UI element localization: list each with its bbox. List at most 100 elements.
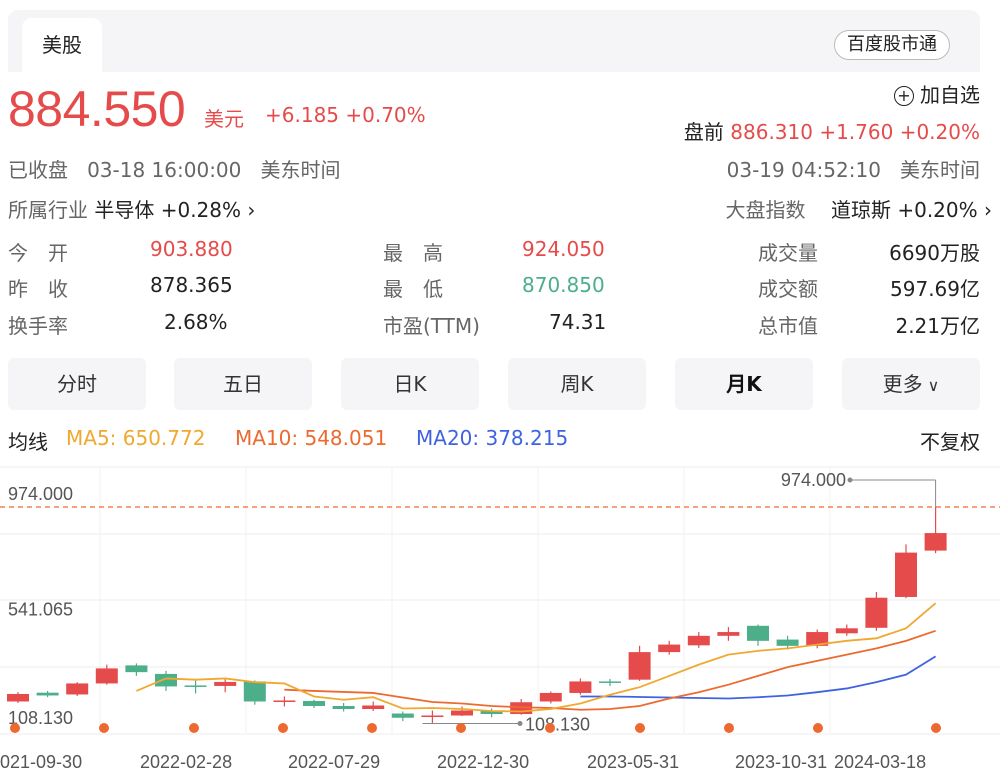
plus-circle-icon: + [894,86,914,106]
high-label: 最 高 [383,241,443,265]
candle-body [125,665,148,673]
price-unit: 美元 [204,107,244,131]
close-tz: 美东时间 [260,158,341,182]
event-dot [545,723,555,733]
premarket-label: 盘前 [683,120,724,144]
candle-body [747,625,769,641]
kline-chart[interactable]: 974.000541.065108.130974.000108.1302021-… [0,462,1000,782]
max-marker-dot [847,477,853,483]
event-dot [189,723,199,733]
volume-value: 6690万股 [889,241,980,265]
adjust-toggle[interactable]: 不复权 [920,426,980,455]
x-axis-label: 2024-03-18 [834,752,926,772]
tab-five-day[interactable]: 五日 [174,358,312,410]
high-value: 924.050 [522,237,605,261]
event-dot [635,723,645,733]
tab-us-stocks[interactable]: 美股 [22,18,102,72]
index-label: 大盘指数 [725,198,806,222]
x-axis-label: 2023-10-31 [735,752,827,772]
industry-link[interactable]: 所属行业 半导体 +0.28% › [8,194,255,223]
candle-body [303,700,325,706]
premarket-value: 886.310 +1.760 +0.20% [730,120,980,144]
premarket-info: 盘前 886.310 +1.760 +0.20% [684,116,980,145]
candle-body [658,644,681,653]
industry-label: 所属行业 [8,198,88,222]
x-axis-label: 2022-07-29 [288,752,380,772]
status-text: 已收盘 [8,158,68,182]
candle-body [273,700,296,702]
market-tabbar: 美股 百度股市通 [8,10,980,72]
candle-body [776,639,799,646]
candle-body [243,681,266,702]
close-status: 已收盘 03-18 16:00:00 美东时间 [8,154,340,183]
candle-body [36,692,59,696]
pe-value: 74.31 [549,310,607,334]
chevron-down-icon: ∨ [922,376,940,395]
volume-label: 成交量 [758,241,818,265]
open-label: 今 开 [8,241,68,265]
prev-close-label: 昨 收 [8,277,68,301]
event-dot [456,723,466,733]
tab-intraday[interactable]: 分时 [8,358,146,410]
index-change: +0.20% [897,198,978,222]
ma5-value: MA5: 650.772 [66,426,206,450]
industry-change: +0.28% [160,198,242,222]
chevron-right-icon: › [247,198,256,222]
candle-body [332,705,355,709]
market-cap-label: 总市值 [758,314,818,338]
market-cap-value: 2.21万亿 [895,314,980,338]
candle-body [184,685,207,687]
add-watchlist-button[interactable]: + 加自选 [894,79,980,108]
candle-body [599,681,621,683]
ma20-value: MA20: 378.215 [416,426,569,450]
amount-value: 597.69亿 [890,277,980,301]
tab-monthly-k[interactable]: 月K [675,358,813,410]
index-link[interactable]: 大盘指数 道琼斯 +0.20% › [726,194,992,223]
pre-tz: 美东时间 [900,158,980,182]
brand-pill[interactable]: 百度股市通 [834,30,950,60]
turnover-value: 2.68% [164,310,228,334]
candle-body [895,552,917,597]
candle-body [569,681,592,693]
candle-body [865,597,888,628]
x-axis-label: 2021-09-30 [0,752,82,772]
candle-body [539,692,562,702]
event-dot [724,723,734,733]
event-dot [99,723,109,733]
tab-weekly-k[interactable]: 周K [508,358,646,410]
more-label: 更多 [882,372,923,396]
index-name: 道琼斯 [830,198,891,222]
candle-body [835,628,858,634]
chevron-right-icon: › [984,198,992,222]
tab-more[interactable]: 更多 ∨ [842,358,980,410]
event-dot [10,723,20,733]
premarket-time: 03-19 04:52:10 美东时间 [727,154,980,183]
candle-body [155,673,177,687]
event-dot [813,723,823,733]
tab-daily-k[interactable]: 日K [341,358,479,410]
low-label: 最 低 [383,277,443,301]
turnover-label: 换手率 [8,314,68,338]
event-dot [931,723,941,733]
candle-body [924,533,947,551]
ma-label: 均线 [8,430,48,454]
current-price: 884.550 [8,81,186,137]
x-axis-label: 2023-05-31 [587,752,679,772]
prev-close-value: 878.365 [150,273,233,297]
ma10-value: MA10: 548.051 [235,426,388,450]
candle-body [214,681,237,686]
close-time: 03-18 16:00:00 [87,158,242,182]
open-value: 903.880 [150,237,233,261]
candle-body [391,713,414,718]
candle-body [717,632,740,636]
min-marker-label: 108.130 [525,715,590,735]
pe-label: 市盈(TTM) [383,314,480,338]
amount-label: 成交额 [758,277,818,301]
event-dot [367,723,377,733]
price-change: +6.185 +0.70% [265,103,426,127]
y-axis-label: 541.065 [8,600,73,620]
y-axis-label: 974.000 [8,484,73,504]
min-marker-dot [517,721,523,727]
candle-body [451,710,473,716]
event-dot [278,723,288,733]
